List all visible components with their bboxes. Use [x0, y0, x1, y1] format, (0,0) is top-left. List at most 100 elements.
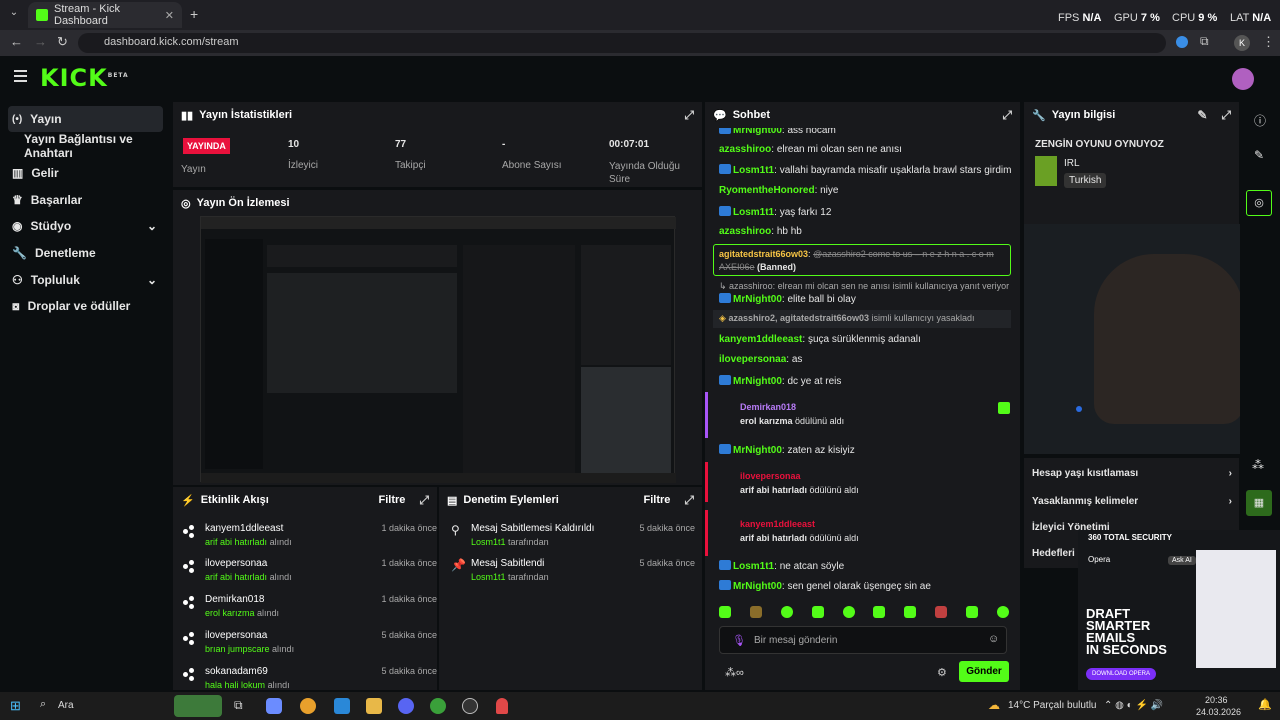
chat-message[interactable]: azasshiroo: elrean mi olcan sen ne anısı: [719, 144, 1011, 155]
preview-eye-icon[interactable]: ◎: [1246, 190, 1272, 216]
tab-list-icon[interactable]: ⌄: [6, 7, 22, 23]
browser-menu-icon[interactable]: ⋮: [1262, 34, 1275, 50]
emote-icon[interactable]: [904, 606, 917, 618]
obs-icon[interactable]: [462, 698, 478, 714]
back-icon[interactable]: ←: [10, 34, 23, 49]
mic-icon[interactable]: 🎙: [732, 634, 746, 647]
reload-icon[interactable]: ↻: [57, 34, 68, 50]
sidebar-item-basarilar[interactable]: ♛ Başarılar: [8, 187, 163, 213]
extensions-puzzle-icon[interactable]: ⧉: [1200, 34, 1209, 49]
emote-icon[interactable]: [873, 606, 886, 618]
app-icon[interactable]: [334, 698, 350, 714]
edit-pencil-icon[interactable]: ✎: [1254, 148, 1264, 162]
moderation-filter-button[interactable]: Filtre: [643, 494, 670, 506]
extension-icon[interactable]: [1176, 36, 1188, 48]
kick-favicon-icon: [36, 9, 48, 21]
sidebar-item-stream-key[interactable]: Yayın Bağlantısı ve Anahtarı: [20, 132, 170, 160]
windows-start-icon[interactable]: ⊞: [10, 698, 21, 714]
chat-input[interactable]: 🎙 Bir mesaj gönderin ☺: [719, 626, 1007, 654]
emoji-icon[interactable]: ☺: [988, 633, 999, 645]
close-tab-icon[interactable]: ✕: [165, 9, 174, 22]
wrench-icon: 🔧: [12, 246, 27, 260]
kick-dots-icon: [183, 632, 197, 646]
sidebar-item-studyo[interactable]: ◉ Stüdyo ⌄: [8, 213, 163, 239]
emote-icon[interactable]: [966, 606, 978, 618]
emote-icon[interactable]: [996, 606, 1009, 618]
clip-icon[interactable]: ▦: [1246, 490, 1272, 516]
tray-icons[interactable]: ⌃ ◍ ◐ ⚡ 🔊: [1104, 700, 1163, 711]
widgets-icon[interactable]: [174, 695, 222, 717]
chat-message[interactable]: Losm1t1: vallahi bayramda misafir uşakla…: [719, 164, 1011, 176]
notification-bell-icon[interactable]: 🔔: [1258, 698, 1272, 711]
clock-date[interactable]: 24.03.2026: [1196, 707, 1241, 717]
emote-icon[interactable]: [935, 606, 948, 618]
edit-pencil-icon[interactable]: ✎: [1197, 108, 1207, 122]
taskbar-search[interactable]: Ara: [58, 700, 74, 711]
new-tab-icon[interactable]: +: [190, 6, 198, 22]
url-input[interactable]: dashboard.kick.com/stream: [78, 33, 1166, 53]
emote-icon[interactable]: [811, 606, 824, 618]
chat-message[interactable]: MrNight00: sen genel olarak üşengeç sin …: [719, 580, 1011, 592]
popout-icon[interactable]: ⤢: [1221, 108, 1231, 123]
studio-icon: ◉: [12, 219, 23, 233]
browser-tab[interactable]: Stream - Kick Dashboard ✕: [28, 2, 182, 28]
chat-message[interactable]: MrNight00: elite ball bi olay: [719, 293, 1011, 305]
popout-icon[interactable]: ⤢: [1002, 108, 1012, 123]
send-button[interactable]: Gönder: [959, 661, 1009, 682]
discord-icon[interactable]: [398, 698, 414, 714]
activity-filter-button[interactable]: Filtre: [378, 494, 405, 506]
weather-icon: ☁: [988, 698, 1000, 712]
copilot-icon[interactable]: [266, 698, 282, 714]
weather-text[interactable]: 14°C Parçalı bulutlu: [1008, 700, 1097, 711]
xbox-icon[interactable]: [430, 698, 446, 714]
emote-icon[interactable]: [719, 606, 731, 618]
sidebar-item-topluluk[interactable]: ⚇ Topluluk ⌄: [8, 267, 163, 293]
banned-words-option[interactable]: Yasaklanmış kelimeler ›: [1032, 496, 1232, 507]
sidebar-item-gelir[interactable]: ▥ Gelir: [8, 160, 163, 186]
profile-avatar[interactable]: K: [1234, 35, 1250, 51]
pin-app-icon[interactable]: [496, 698, 508, 714]
chat-message[interactable]: ilovepersonaa: as: [719, 354, 1011, 365]
clock-time[interactable]: 20:36: [1205, 695, 1228, 705]
sidebar-item-droplar[interactable]: ⧇ Droplar ve ödüller: [8, 293, 163, 319]
user-avatar[interactable]: [1232, 68, 1254, 90]
kick-dots-icon[interactable]: ⁂: [1252, 458, 1264, 472]
search-icon[interactable]: ⌕: [40, 698, 46, 711]
emote-icon[interactable]: [780, 606, 793, 618]
hamburger-menu-icon[interactable]: [14, 70, 27, 82]
file-explorer-icon[interactable]: [366, 698, 382, 714]
chat-message[interactable]: Losm1t1: ne atcan söyle: [719, 560, 1011, 572]
chat-message[interactable]: azasshiroo: hb hb: [719, 226, 1011, 237]
kick-logo[interactable]: KICKBETA: [40, 64, 129, 92]
chat-message[interactable]: MrNight00: zaten az kisiyiz: [719, 444, 1011, 456]
popout-icon[interactable]: ⤢: [684, 108, 694, 123]
task-view-icon[interactable]: ⧉: [234, 698, 243, 713]
lat-readout: LAT N/A: [1230, 12, 1272, 24]
chat-message[interactable]: kanyem1ddleeast: şuça sürüklenmiş adanal…: [719, 334, 1011, 345]
info-icon[interactable]: ⓘ: [1254, 112, 1266, 129]
sidebar-item-denetleme[interactable]: 🔧 Denetleme: [8, 240, 163, 266]
download-opera-button[interactable]: DOWNLOAD OPERA: [1086, 668, 1157, 680]
popout-icon[interactable]: ⤢: [684, 493, 694, 508]
chat-message[interactable]: RyomentheHonored: niye: [719, 185, 1011, 196]
stream-stats-panel: ▮▮ Yayın İstatistikleri ⤢ YAYINDA Yayın …: [173, 102, 702, 187]
activity-row: kanyem1ddleeast arif abi hatırladı alınd…: [181, 523, 437, 551]
chat-message[interactable]: Losm1t1: yaş farkı 12: [719, 206, 1011, 218]
forward-icon[interactable]: →: [34, 34, 47, 49]
chat-message[interactable]: MrNight00: dc ye at reis: [719, 375, 1011, 387]
banned-message[interactable]: agitatedstrait66ow03: @azasshiro2 come t…: [713, 244, 1011, 276]
settings-gear-icon[interactable]: ⚙: [937, 666, 947, 679]
kick-dots-infinity-icon[interactable]: ⁂∞: [725, 666, 744, 679]
stream-preview-video[interactable]: [200, 216, 676, 483]
emote-icon[interactable]: [749, 606, 762, 618]
emote-bar: [719, 606, 1009, 620]
stream-title: ZENGİN OYUNU OYNUYOZ: [1035, 139, 1164, 150]
emote-icon[interactable]: [842, 606, 855, 618]
goals-option[interactable]: Hedefleri b: [1032, 548, 1084, 559]
chrome-icon[interactable]: [300, 698, 316, 714]
sidebar-item-yayin[interactable]: (•) Yayın: [8, 106, 163, 132]
popout-icon[interactable]: ⤢: [419, 493, 429, 508]
moderation-header: ▤ Denetim Eylemleri Filtre ⤢: [447, 492, 694, 508]
opera-ad[interactable]: 360 TOTAL SECURITY Opera Ask AI DRAFT SMA…: [1078, 530, 1280, 690]
age-restriction-option[interactable]: Hesap yaşı kısıtlaması ›: [1032, 468, 1232, 479]
